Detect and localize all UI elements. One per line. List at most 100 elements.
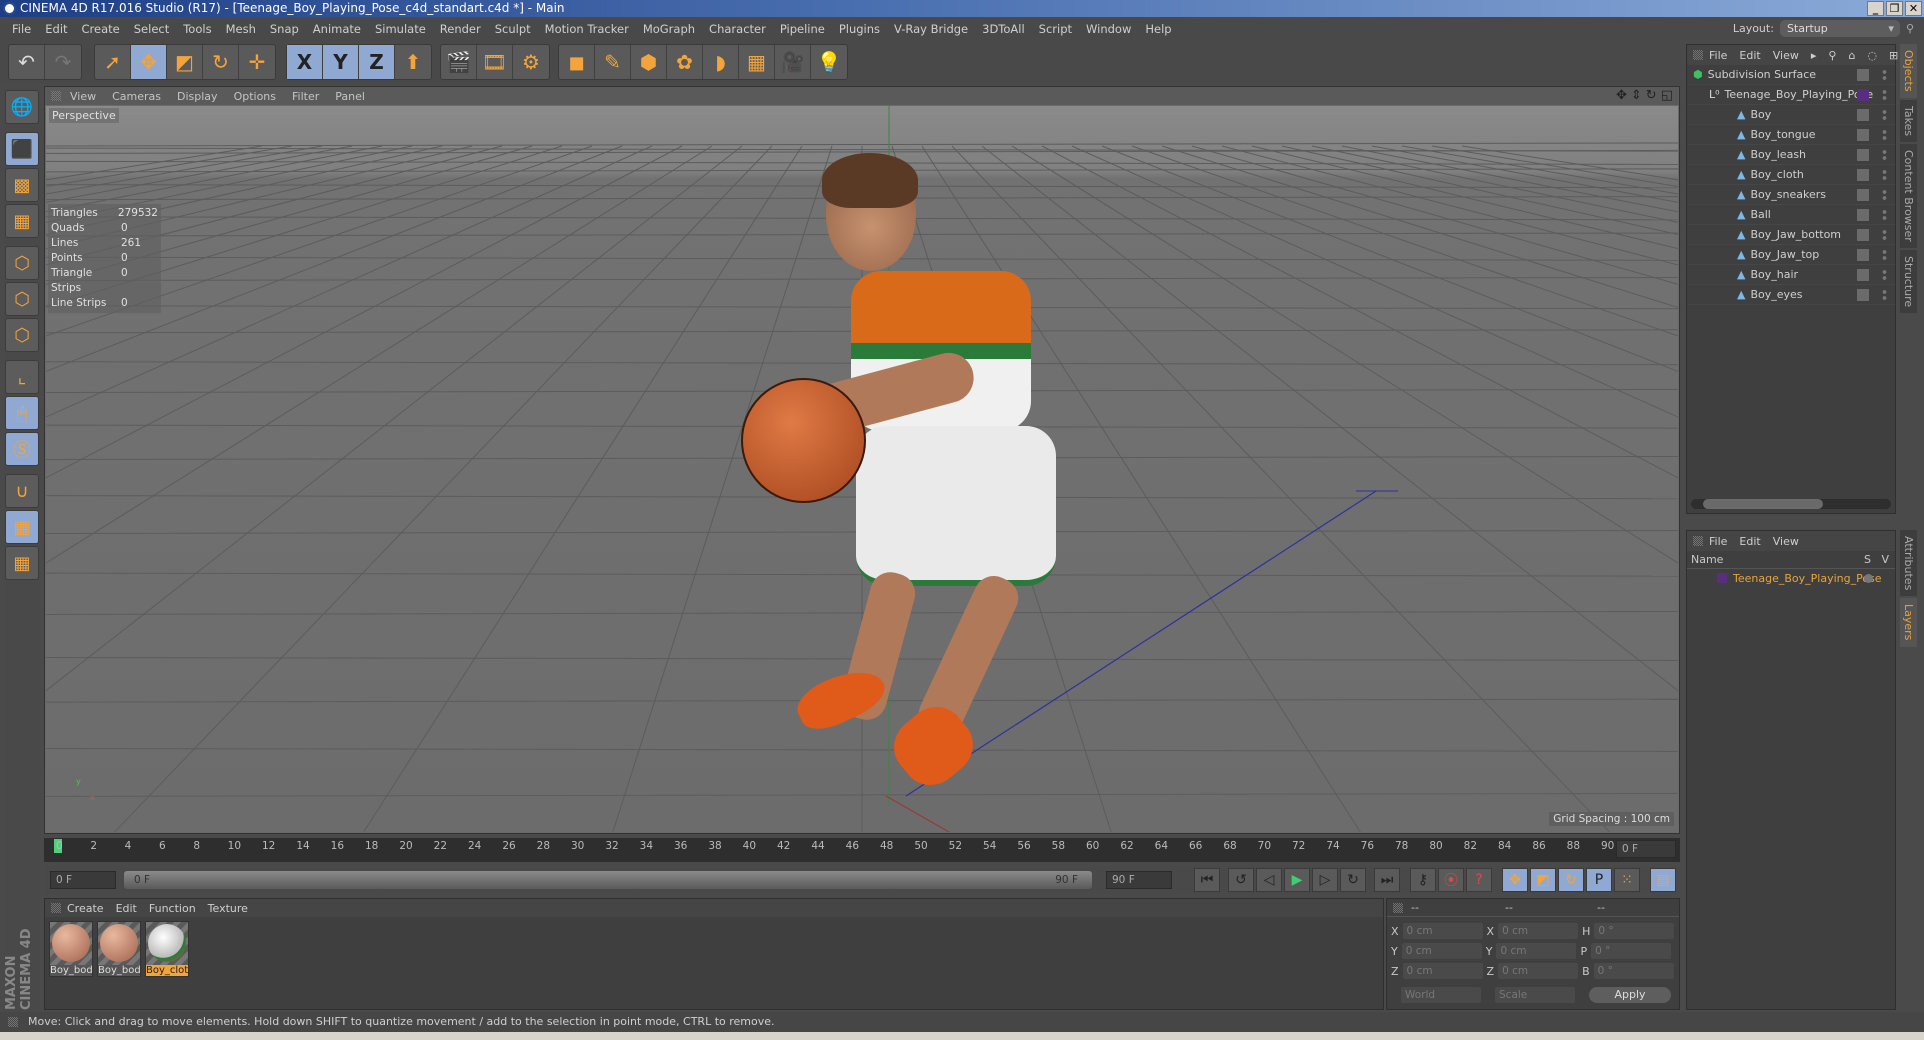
apply-button[interactable]: Apply (1589, 987, 1671, 1003)
object-manager-scrollbar[interactable] (1691, 499, 1891, 509)
viewport-menu-panel[interactable]: Panel (335, 90, 365, 103)
layer-tag[interactable] (1857, 88, 1869, 101)
key-param-button[interactable]: P (1586, 868, 1612, 892)
viewport-menu-cameras[interactable]: Cameras (112, 90, 161, 103)
y-axis-button[interactable]: Y (323, 45, 359, 79)
make-editable-button[interactable]: 🌐 (5, 90, 39, 124)
undo-button[interactable]: ↶ (9, 45, 45, 79)
coord-field[interactable]: 0 cm (1498, 923, 1579, 939)
object-menu-edit[interactable]: Edit (1739, 49, 1760, 62)
coord-field[interactable]: 0 cm (1496, 943, 1577, 959)
object-row[interactable]: ▲ Boy_Jaw_bottom (1687, 225, 1895, 245)
visibility-tag[interactable] (1857, 128, 1869, 141)
object-row[interactable]: ▲ Boy_Jaw_top (1687, 245, 1895, 265)
material-menu-create[interactable]: Create (67, 902, 104, 915)
coord-field[interactable]: 0 cm (1498, 963, 1579, 979)
subdivision-button[interactable]: ⬢ (631, 45, 667, 79)
visibility-dots[interactable] (1882, 88, 1887, 101)
menu-mesh[interactable]: Mesh (226, 22, 256, 36)
points-mode-button[interactable]: ⬡ (5, 246, 39, 280)
layer-col-s[interactable]: S (1864, 553, 1871, 566)
camera-label[interactable]: Perspective (49, 108, 119, 123)
visibility-tag[interactable] (1857, 148, 1869, 161)
minimize-button[interactable]: _ (1867, 1, 1884, 16)
menu-tools[interactable]: Tools (183, 22, 211, 36)
material-menu-edit[interactable]: Edit (116, 902, 137, 915)
tab-attributes[interactable]: Attributes (1900, 530, 1917, 597)
snap-button[interactable]: ∪ (5, 474, 39, 508)
edges-mode-button[interactable]: ⬡ (5, 282, 39, 316)
render-view-button[interactable]: 🎬 (441, 45, 477, 79)
material-menu-function[interactable]: Function (149, 902, 196, 915)
layer-col-v[interactable]: V (1881, 553, 1889, 566)
light-button[interactable]: 💡 (811, 45, 847, 79)
menu-animate[interactable]: Animate (313, 22, 361, 36)
polygons-mode-button[interactable]: ⬡ (5, 318, 39, 352)
menu-plugins[interactable]: Plugins (839, 22, 880, 36)
visibility-dots[interactable] (1882, 68, 1887, 81)
coord-field[interactable]: 0 ° (1591, 943, 1672, 959)
object-row[interactable]: ⬢ Subdivision Surface (1687, 65, 1895, 85)
menu-pipeline[interactable]: Pipeline (780, 22, 825, 36)
deformer-button[interactable]: ◗ (703, 45, 739, 79)
record-button[interactable]: ⦿ (1438, 868, 1464, 892)
scale-button[interactable]: ◩ (167, 45, 203, 79)
coord-field[interactable]: 0 ° (1593, 963, 1674, 979)
visibility-dots[interactable] (1882, 108, 1887, 121)
pan-icon[interactable]: ✥ (1616, 88, 1627, 103)
object-row[interactable]: ▲ Boy_sneakers (1687, 185, 1895, 205)
z-axis-button[interactable]: Z (359, 45, 395, 79)
object-row[interactable]: ▲ Boy_cloth (1687, 165, 1895, 185)
rotate-button[interactable]: ↻ (203, 45, 239, 79)
visibility-dots[interactable] (1882, 288, 1887, 301)
close-button[interactable]: ✕ (1905, 1, 1922, 16)
select-live-button[interactable]: ➚ (95, 45, 131, 79)
prev-key-button[interactable]: ↺ (1228, 868, 1254, 892)
menu-script[interactable]: Script (1039, 22, 1072, 36)
cloner-button[interactable]: ✿ (667, 45, 703, 79)
object-row[interactable]: ▲ Boy_eyes (1687, 285, 1895, 305)
go-end-button[interactable]: ⏭ (1374, 868, 1400, 892)
x-axis-button[interactable]: X (287, 45, 323, 79)
menu-edit[interactable]: Edit (45, 22, 67, 36)
object-row[interactable]: ▲ Boy_tongue (1687, 125, 1895, 145)
layer-color-swatch[interactable] (1717, 573, 1727, 583)
visibility-tag[interactable] (1857, 68, 1869, 81)
solo-toggle[interactable] (1864, 573, 1873, 583)
render-settings-button[interactable]: ⚙ (513, 45, 549, 79)
new-view-icon[interactable]: ⊞ (1889, 49, 1898, 62)
material-menu-texture[interactable]: Texture (208, 902, 248, 915)
home-icon[interactable]: ⌂ (1848, 49, 1855, 62)
visibility-tag[interactable] (1857, 248, 1869, 261)
layer-menu-file[interactable]: File (1709, 535, 1727, 548)
visibility-tag[interactable] (1857, 108, 1869, 121)
object-row[interactable]: ▲ Ball (1687, 205, 1895, 225)
coord-mode-dropdown[interactable]: World (1401, 987, 1481, 1003)
prev-frame-button[interactable]: ◁ (1256, 868, 1282, 892)
key-pla-button[interactable]: ⁙ (1614, 868, 1640, 892)
end-frame-field[interactable]: 90 F (1106, 871, 1172, 889)
tweak-mode-button[interactable]: 🖱 (5, 396, 39, 430)
coord-field[interactable]: 0 cm (1402, 963, 1483, 979)
tab-objects[interactable]: Objects (1900, 44, 1917, 98)
axis-mode-button[interactable]: ⌞ (5, 360, 39, 394)
autokey-button[interactable]: ? (1466, 868, 1492, 892)
keyframe-lock-button[interactable]: ⚷ (1410, 868, 1436, 892)
menu-file[interactable]: File (12, 22, 31, 36)
workplane-mode-button[interactable]: ▦ (5, 204, 39, 238)
go-start-button[interactable]: ⏮ (1194, 868, 1220, 892)
key-scale-button[interactable]: ◩ (1530, 868, 1556, 892)
menu-motion-tracker[interactable]: Motion Tracker (545, 22, 629, 36)
visibility-dots[interactable] (1882, 248, 1887, 261)
arrow-right-icon[interactable]: ▸ (1811, 49, 1817, 62)
visibility-dots[interactable] (1882, 168, 1887, 181)
visibility-tag[interactable] (1857, 188, 1869, 201)
object-menu-file[interactable]: File (1709, 49, 1727, 62)
recent-button[interactable]: ✛ (239, 45, 275, 79)
material-swatch[interactable]: Boy_bod (97, 921, 141, 977)
workplane-lock-button[interactable]: ▦ (5, 510, 39, 544)
orbit-icon[interactable]: ↻ (1646, 88, 1657, 103)
layout-dropdown[interactable]: Startup (1779, 20, 1900, 37)
menu-render[interactable]: Render (440, 22, 481, 36)
visibility-tag[interactable] (1857, 268, 1869, 281)
